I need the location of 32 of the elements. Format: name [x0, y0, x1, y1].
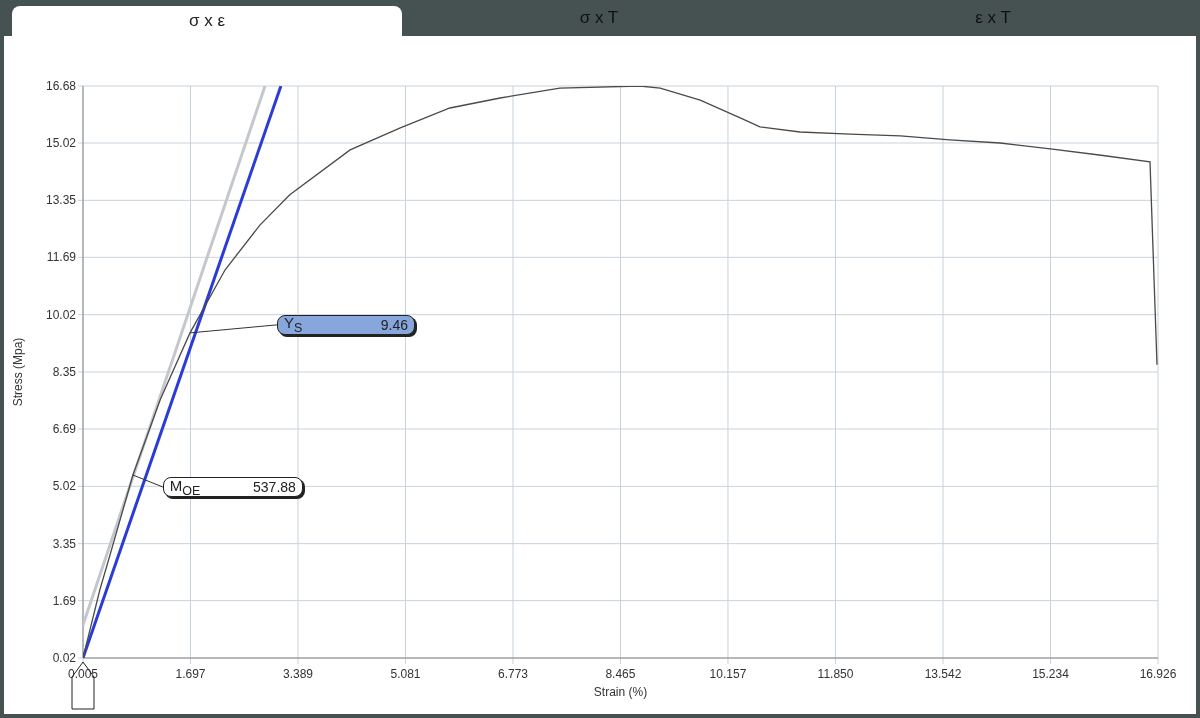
y-tick-label: 10.02	[45, 307, 76, 322]
callout-label: M$_{OE}$	[169, 476, 201, 498]
y-tick-label: 3.35	[52, 536, 76, 551]
y-tick-label: 16.68	[45, 79, 76, 93]
callout-value: 9.46	[380, 316, 409, 333]
x-tick-label: 10.157	[709, 667, 747, 681]
x-tick-label: 13.542	[924, 667, 962, 681]
x-tick-label: 11.850	[817, 667, 854, 681]
y-tick-label: 5.02	[52, 479, 76, 494]
x-tick-label: 16.926	[1139, 667, 1177, 681]
y-tick-label: 1.69	[52, 593, 76, 608]
x-tick-label: 8.465	[605, 667, 636, 681]
tab[interactable]: ε x T	[796, 6, 1190, 36]
x-tick-label: 6.773	[497, 667, 528, 681]
tab[interactable]: σ x T	[402, 6, 796, 36]
y-axis-title: Stress (Mpa)	[11, 337, 25, 407]
leader-line	[132, 474, 164, 488]
x-tick-label: 15.234	[1032, 667, 1069, 681]
callout-value: 537.88	[253, 479, 296, 495]
y-tick-label: 11.69	[46, 250, 76, 265]
y-tick-label: 6.69	[52, 422, 76, 436]
y-tick-label: 15.02	[45, 136, 76, 150]
x-tick-label: 3.389	[282, 667, 313, 681]
x-tick-label: 0.005	[68, 667, 98, 681]
callout-label: Y$_{S}$	[284, 314, 303, 336]
y-tick-label: 0.02	[52, 651, 76, 665]
x-tick-label: 1.697	[175, 667, 206, 681]
y-tick-label: 8.35	[52, 365, 76, 379]
x-tick-label: 5.081	[390, 667, 421, 681]
x-axis-title: Strain (%)	[593, 685, 648, 699]
tab[interactable]: σ x ε	[12, 6, 402, 36]
y-tick-label: 13.35	[45, 193, 76, 208]
